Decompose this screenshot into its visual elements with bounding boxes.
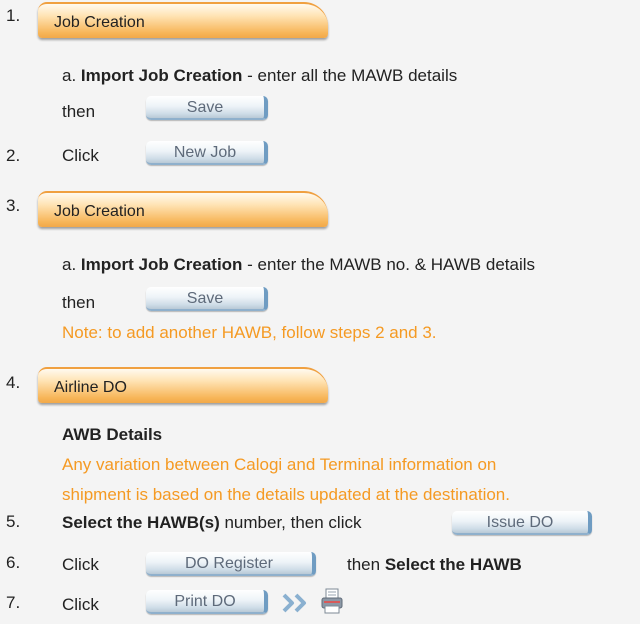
step-2-number: 2. — [6, 146, 21, 165]
step-1a-letter: a. — [62, 66, 77, 85]
new-job-button[interactable]: New Job — [146, 141, 268, 165]
step-7-click: Click — [62, 595, 99, 614]
tab-job-creation-2[interactable]: Job Creation — [38, 191, 328, 227]
step-5-number: 5. — [6, 512, 21, 531]
step-5-bold: Select the HAWB(s) — [62, 513, 220, 532]
awb-note-line-2: shipment is based on the details updated… — [62, 485, 510, 504]
awb-details-heading: AWB Details — [62, 425, 163, 444]
step-1a: a. Import Job Creation - enter all the M… — [62, 66, 457, 86]
tab-job-creation-1[interactable]: Job Creation — [38, 2, 328, 38]
printer-icon[interactable] — [320, 588, 344, 614]
step-6-then: then Select the HAWB — [347, 555, 522, 575]
save-button-2[interactable]: Save — [146, 287, 268, 311]
step-5-rest: number, then click — [219, 513, 362, 532]
step-6-then-word: then — [347, 555, 385, 574]
step-1-number: 1. — [6, 6, 21, 25]
step-3-note: Note: to add another HAWB, follow steps … — [62, 323, 437, 342]
step-3-then: then — [62, 293, 96, 312]
issue-do-button[interactable]: Issue DO — [452, 511, 592, 535]
step-5-text: Select the HAWB(s) number, then click — [62, 513, 362, 533]
awb-note-line-1: Any variation between Calogi and Termina… — [62, 455, 497, 474]
step-2-click: Click — [62, 146, 99, 165]
step-3a-letter: a. — [62, 255, 77, 274]
print-do-button[interactable]: Print DO — [146, 590, 268, 614]
step-6-number: 6. — [6, 553, 21, 572]
step-3-number: 3. — [6, 196, 21, 215]
step-1a-bold: Import Job Creation — [80, 66, 243, 85]
save-button-1[interactable]: Save — [146, 96, 268, 120]
step-3a: a. Import Job Creation - enter the MAWB … — [62, 255, 535, 275]
step-7-number: 7. — [6, 593, 21, 612]
step-4-number: 4. — [6, 373, 21, 392]
step-1-then: then — [62, 102, 96, 121]
step-3a-bold: Import Job Creation — [80, 255, 243, 274]
step-6-bold: Select the HAWB — [384, 555, 522, 574]
step-6-click: Click — [62, 555, 99, 574]
do-register-button[interactable]: DO Register — [146, 552, 316, 576]
step-3a-text: - enter the MAWB no. & HAWB details — [242, 255, 535, 274]
double-chevron-right-icon — [280, 592, 314, 614]
tab-airline-do[interactable]: Airline DO — [38, 367, 328, 403]
step-1a-text: - enter all the MAWB details — [242, 66, 458, 85]
